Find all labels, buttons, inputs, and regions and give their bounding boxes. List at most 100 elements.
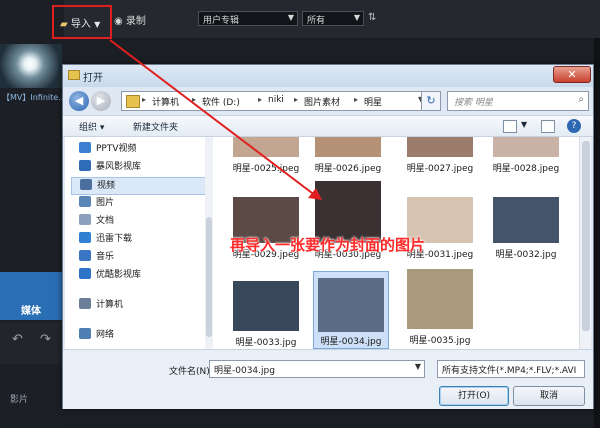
search-icon: ⌕ <box>578 94 584 105</box>
app-right-edge <box>594 38 600 428</box>
file-name: 明星-0034.jpg <box>320 337 382 347</box>
folder-icon: ▰ <box>60 19 68 30</box>
file-name: 明星-0032.jpg <box>495 250 557 260</box>
media-tab-label: 媒体 <box>21 306 41 317</box>
chevron-down-icon: ▼ <box>353 13 360 22</box>
dialog-title: 打开 <box>83 73 103 84</box>
preview-pane-icon[interactable] <box>541 120 555 133</box>
file-name: 明星-0035.jpg <box>409 336 471 346</box>
network-icon <box>79 328 91 339</box>
import-button[interactable]: ▰ 导入 ▼ <box>52 5 112 39</box>
nav-item-network[interactable]: 网络 <box>79 327 114 343</box>
video-library-icon <box>80 179 92 190</box>
nav-item-pictures[interactable]: 图片 <box>79 195 114 211</box>
nav-item-documents[interactable]: 文档 <box>79 213 114 229</box>
navigation-row: ◀ ▶ ▸ 计算机 ▸ 软件 (D:) ▸ niki ▸ 图片素材 ▸ 明星 ▼… <box>63 87 593 115</box>
redo-icon[interactable]: ↷ <box>40 332 51 347</box>
cancel-button[interactable]: 取消 <box>513 386 585 406</box>
image-thumbnail <box>493 137 559 157</box>
dialog-toolbar: 组织 ▾ 新建文件夹 ▼ ? <box>63 115 593 137</box>
chevron-down-icon[interactable]: ▼ <box>415 362 421 371</box>
nav-item-baofeng[interactable]: 暴风影视库 <box>79 159 141 175</box>
nav-item-pptv[interactable]: PPTV视频 <box>79 141 137 157</box>
annotation-text: 再导入一张要作为封面的图片 <box>230 236 426 254</box>
help-icon[interactable]: ? <box>567 119 581 133</box>
close-button[interactable]: ✕ <box>553 66 591 83</box>
file-item[interactable]: 明星-0033.jpg <box>233 277 299 348</box>
breadcrumb-item[interactable]: niki <box>268 95 284 105</box>
image-thumbnail <box>407 269 473 329</box>
image-thumbnail <box>407 137 473 157</box>
media-tab[interactable]: 媒体 <box>0 272 62 320</box>
image-thumbnail <box>493 197 559 243</box>
download-icon <box>79 232 91 243</box>
document-library-icon <box>79 214 91 225</box>
breadcrumb-item[interactable]: 计算机 <box>152 95 179 108</box>
chevron-down-icon: ▼ <box>287 13 294 22</box>
category-value: 用户专辑 <box>203 16 240 26</box>
nav-item-xunlei[interactable]: 迅雷下载 <box>79 231 132 247</box>
new-folder-button[interactable]: 新建文件夹 <box>133 120 178 133</box>
file-item-selected[interactable]: 明星-0034.jpg <box>313 271 389 349</box>
file-name: 明星-0028.jpeg <box>492 164 560 174</box>
open-button[interactable]: 打开(O) <box>439 386 509 406</box>
chevron-down-icon[interactable]: ▼ <box>521 120 527 129</box>
import-label: 导入 <box>70 19 91 30</box>
video-app-icon <box>79 268 91 279</box>
filter-value: 所有 <box>307 16 326 26</box>
view-mode-icon[interactable] <box>503 120 517 133</box>
chevron-down-icon: ▼ <box>94 20 101 29</box>
organize-button[interactable]: 组织 ▾ <box>79 120 104 133</box>
nav-item-videos[interactable]: 视频 <box>71 177 207 195</box>
nav-item-music[interactable]: 音乐 <box>79 249 114 265</box>
dialog-footer: 文件名(N): 明星-0034.jpg ▼ 所有支持文件(*.MP4;*.FLV… <box>63 349 593 409</box>
back-button[interactable]: ◀ <box>69 91 89 111</box>
sort-icon[interactable]: ⇅ <box>368 12 376 23</box>
search-placeholder: 搜索 明星 <box>454 98 493 108</box>
filename-input[interactable]: 明星-0034.jpg ▼ <box>209 360 425 378</box>
file-item[interactable]: 明星-0032.jpg <box>493 189 559 261</box>
file-item[interactable]: 明星-0035.jpg <box>407 269 473 347</box>
filename-label: 文件名(N): <box>169 367 213 377</box>
picture-library-icon <box>79 196 91 207</box>
forward-button[interactable]: ▶ <box>91 91 111 111</box>
image-thumbnail <box>233 137 299 157</box>
filename-value: 明星-0034.jpg <box>214 366 275 376</box>
file-name: 明星-0027.jpeg <box>406 164 474 174</box>
folder-icon <box>68 70 80 80</box>
image-thumbnail <box>318 278 384 332</box>
filetype-value: 所有支持文件(*.MP4;*.FLV;*.AVI <box>442 366 577 376</box>
search-input[interactable]: 搜索 明星 ⌕ <box>447 91 589 111</box>
nav-item-youku[interactable]: 优酷影视库 <box>79 267 141 283</box>
filter-select[interactable]: 所有 ▼ <box>302 11 364 26</box>
nav-item-computer[interactable]: 计算机 <box>79 297 123 313</box>
media-thumbnail[interactable] <box>0 44 62 88</box>
breadcrumb-item[interactable]: 明星 <box>364 95 382 108</box>
breadcrumb-item[interactable]: 图片素材 <box>304 95 340 108</box>
video-app-icon <box>79 160 91 171</box>
category-select[interactable]: 用户专辑 ▼ <box>198 11 298 26</box>
file-item[interactable]: 明星-0026.jpeg <box>315 137 381 175</box>
record-button[interactable]: ◉ 录制 <box>114 12 146 27</box>
media-label: 【MV】Infinite... <box>2 93 64 102</box>
computer-icon <box>79 298 91 309</box>
image-thumbnail <box>315 137 381 157</box>
filetype-select[interactable]: 所有支持文件(*.MP4;*.FLV;*.AVI <box>437 360 585 378</box>
music-library-icon <box>79 250 91 261</box>
breadcrumb-item[interactable]: 软件 (D:) <box>202 95 240 108</box>
navigation-pane: PPTV视频 暴风影视库 视频 图片 文档 迅雷下载 音乐 优酷影视库 计算机 … <box>65 137 213 349</box>
file-item[interactable]: 明星-0025.jpeg <box>233 137 299 175</box>
refresh-icon[interactable]: ↻ <box>421 91 441 111</box>
track-label: 影片 <box>10 395 29 405</box>
address-bar[interactable]: ▸ 计算机 ▸ 软件 (D:) ▸ niki ▸ 图片素材 ▸ 明星 ▼ <box>121 91 439 111</box>
record-icon: ◉ <box>114 16 123 27</box>
file-list-scrollbar[interactable] <box>579 137 591 349</box>
file-item[interactable]: 明星-0027.jpeg <box>407 137 473 175</box>
file-name: 明星-0033.jpg <box>235 338 297 348</box>
undo-icon[interactable]: ↶ <box>12 332 23 347</box>
image-thumbnail <box>233 281 299 331</box>
file-item[interactable]: 明星-0028.jpeg <box>493 137 559 175</box>
dialog-titlebar: 打开 ✕ <box>63 65 593 87</box>
timeline-toolbar: ↶ ↷ <box>0 322 64 364</box>
nav-scrollbar[interactable] <box>205 137 213 349</box>
